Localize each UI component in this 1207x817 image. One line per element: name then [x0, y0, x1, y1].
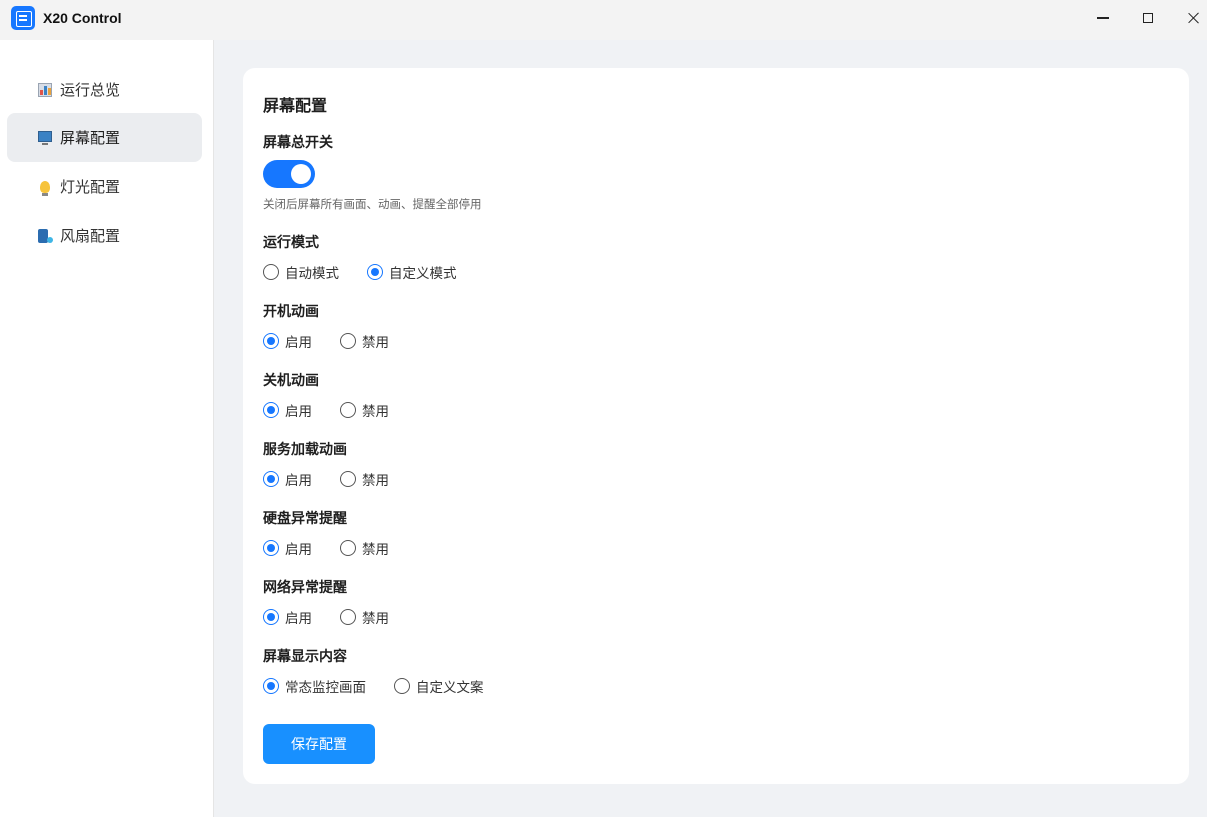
radio-service-enable[interactable]: 启用 [263, 469, 312, 489]
radio-service-disable[interactable]: 禁用 [340, 469, 389, 489]
radio-label: 启用 [285, 611, 312, 627]
title-bar: X20 Control [0, 0, 1207, 40]
radio-disk-enable[interactable]: 启用 [263, 538, 312, 558]
master-switch-toggle[interactable] [263, 160, 315, 188]
sidebar-item-label: 运行总览 [60, 81, 121, 99]
service-loading-animation-label: 服务加载动画 [263, 442, 347, 458]
save-config-button[interactable]: 保存配置 [263, 724, 375, 764]
radio-circle [263, 471, 279, 487]
radio-shutdown-enable[interactable]: 启用 [263, 400, 312, 420]
run-mode-label: 运行模式 [263, 235, 319, 251]
network-error-alert-group: 启用 禁用 [263, 607, 417, 627]
boot-animation-label: 开机动画 [263, 304, 319, 320]
disk-error-alert-group: 启用 禁用 [263, 538, 417, 558]
sidebar-item-fan-config[interactable]: 风扇配置 [7, 211, 202, 260]
shutdown-animation-label: 关机动画 [263, 373, 319, 389]
radio-circle [263, 609, 279, 625]
radio-circle [340, 402, 356, 418]
maximize-button[interactable] [1125, 0, 1171, 36]
sidebar-item-light-config[interactable]: 灯光配置 [7, 162, 202, 211]
radio-circle [394, 678, 410, 694]
radio-disk-disable[interactable]: 禁用 [340, 538, 389, 558]
radio-label: 启用 [285, 473, 312, 489]
radio-auto-mode[interactable]: 自动模式 [263, 262, 339, 282]
radio-monitor-screen[interactable]: 常态监控画面 [263, 676, 366, 696]
sidebar-item-label: 屏幕配置 [60, 129, 121, 147]
radio-label: 自定义文案 [416, 680, 484, 696]
app-title: X20 Control [43, 10, 122, 26]
screen-config-card: 屏幕配置 屏幕总开关 关闭后屏幕所有画面、动画、提醒全部停用 运行模式 自动模式… [243, 68, 1189, 784]
boot-animation-group: 启用 禁用 [263, 331, 417, 351]
radio-network-enable[interactable]: 启用 [263, 607, 312, 627]
sidebar: 运行总览 屏幕配置 灯光配置 风扇配置 [0, 40, 214, 817]
sidebar-item-label: 灯光配置 [60, 178, 121, 196]
radio-circle [340, 471, 356, 487]
radio-label: 启用 [285, 542, 312, 558]
radio-circle [340, 540, 356, 556]
sidebar-item-screen-config[interactable]: 屏幕配置 [7, 113, 202, 162]
fan-icon [38, 228, 53, 243]
display-content-label: 屏幕显示内容 [263, 649, 347, 665]
close-icon [1188, 12, 1200, 24]
app-logo-icon [11, 6, 35, 30]
network-error-alert-label: 网络异常提醒 [263, 580, 347, 596]
disk-error-alert-label: 硬盘异常提醒 [263, 511, 347, 527]
minimize-button[interactable] [1080, 0, 1126, 36]
maximize-icon [1143, 13, 1153, 23]
close-button[interactable] [1171, 0, 1207, 36]
display-content-group: 常态监控画面 自定义文案 [263, 676, 512, 696]
radio-label: 禁用 [362, 542, 389, 558]
run-mode-group: 自动模式 自定义模式 [263, 262, 485, 282]
page-title: 屏幕配置 [263, 96, 328, 115]
radio-circle [340, 333, 356, 349]
minimize-icon [1097, 17, 1109, 19]
radio-circle [340, 609, 356, 625]
radio-label: 自动模式 [285, 266, 339, 282]
radio-label: 禁用 [362, 611, 389, 627]
service-loading-animation-group: 启用 禁用 [263, 469, 417, 489]
sidebar-item-label: 风扇配置 [60, 227, 121, 245]
shutdown-animation-group: 启用 禁用 [263, 400, 417, 420]
radio-label: 常态监控画面 [285, 680, 366, 696]
radio-circle [263, 264, 279, 280]
radio-circle [263, 333, 279, 349]
toggle-knob [291, 164, 311, 184]
radio-label: 禁用 [362, 404, 389, 420]
monitor-icon [38, 131, 52, 145]
master-switch-hint: 关闭后屏幕所有画面、动画、提醒全部停用 [263, 197, 482, 211]
radio-boot-disable[interactable]: 禁用 [340, 331, 389, 351]
bar-chart-icon [38, 82, 52, 97]
radio-label: 禁用 [362, 473, 389, 489]
radio-boot-enable[interactable]: 启用 [263, 331, 312, 351]
radio-custom-text[interactable]: 自定义文案 [394, 676, 484, 696]
master-switch-label: 屏幕总开关 [263, 135, 333, 151]
radio-network-disable[interactable]: 禁用 [340, 607, 389, 627]
radio-circle [263, 402, 279, 418]
radio-label: 自定义模式 [389, 266, 457, 282]
radio-custom-mode[interactable]: 自定义模式 [367, 262, 457, 282]
radio-label: 启用 [285, 335, 312, 351]
radio-circle [263, 540, 279, 556]
radio-shutdown-disable[interactable]: 禁用 [340, 400, 389, 420]
radio-circle [263, 678, 279, 694]
lightbulb-icon [40, 180, 50, 196]
sidebar-item-overview[interactable]: 运行总览 [7, 65, 202, 114]
radio-label: 启用 [285, 404, 312, 420]
radio-label: 禁用 [362, 335, 389, 351]
radio-circle [367, 264, 383, 280]
